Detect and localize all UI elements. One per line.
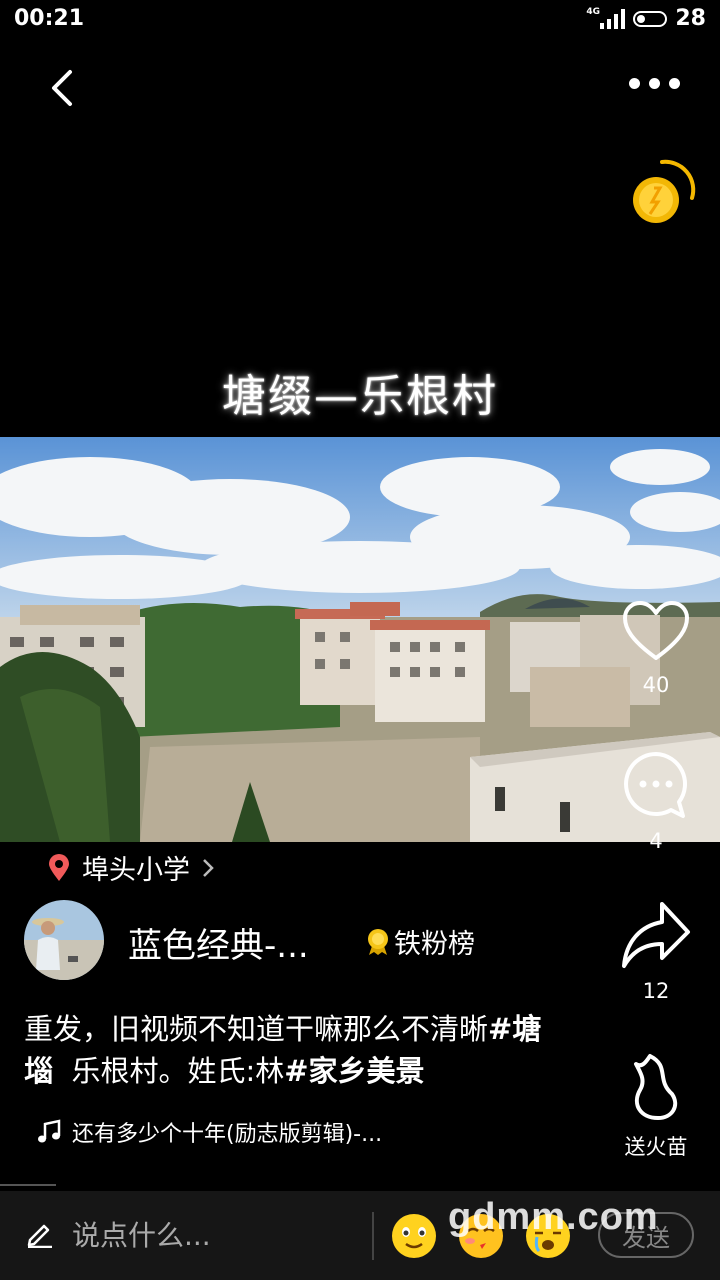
like-count: 40 [642, 673, 670, 697]
signal-icon: 4G [586, 7, 626, 29]
author-name[interactable]: 蓝色经典-... [128, 918, 309, 967]
battery-icon [633, 10, 668, 27]
comment-bar-divider [372, 1212, 374, 1260]
flame-icon [634, 1054, 678, 1120]
caption-text-1: 重发，旧视频不知道干嘛那么不清晰 [24, 1012, 489, 1046]
share-count: 12 [642, 979, 670, 1003]
video-title: 塘缀—乐根村 [222, 371, 498, 422]
share-icon [622, 902, 690, 968]
comment-placeholder: 说点什么... [72, 1219, 211, 1252]
back-arrow-icon [52, 70, 72, 106]
comment-input[interactable]: 说点什么... [26, 1214, 211, 1254]
chevron-right-icon [203, 858, 214, 877]
video-caption: 重发，旧视频不知道干嘛那么不清晰#塘堖 乐根村。姓氏:林#家乡美景 [24, 1008, 594, 1092]
music-info[interactable]: 还有多少个十年(励志版剪辑)-... [36, 1116, 382, 1148]
watermark: gdmm.com [448, 1196, 659, 1238]
more-button[interactable] [629, 78, 680, 89]
author-avatar[interactable] [24, 900, 104, 980]
network-type: 4G [586, 6, 601, 17]
music-title: 还有多少个十年(励志版剪辑)-... [72, 1122, 383, 1147]
coin-icon [633, 159, 696, 223]
comment-icon [624, 752, 687, 818]
location-pin-icon [49, 853, 69, 881]
gift-button[interactable]: 送火苗 [601, 1052, 711, 1161]
gift-label: 送火苗 [624, 1135, 688, 1159]
music-note-icon [38, 1119, 61, 1143]
comment-count: 4 [649, 829, 663, 853]
status-bar-right: 4G 28 [586, 6, 706, 31]
back-button[interactable] [44, 66, 84, 110]
comment-button[interactable]: 4 [601, 750, 711, 853]
fan-rank-badge[interactable]: 铁粉榜 [366, 922, 475, 961]
fan-rank-label: 铁粉榜 [394, 929, 475, 960]
location-tag[interactable]: 埠头小学 [48, 848, 214, 887]
coin-reward-button[interactable] [632, 158, 698, 228]
pencil-icon [27, 1224, 52, 1248]
avatar-image [24, 900, 104, 980]
like-button[interactable]: 40 [601, 600, 711, 697]
heart-icon [623, 601, 689, 660]
hashtag-2[interactable]: #家乡美景 [284, 1054, 424, 1088]
progress-indicator [0, 1184, 56, 1186]
caption-text-2: 乐根村。姓氏:林 [71, 1054, 285, 1088]
share-button[interactable]: 12 [601, 900, 711, 1003]
location-name: 埠头小学 [82, 855, 190, 886]
status-time: 00:21 [14, 6, 85, 31]
medal-icon [368, 928, 388, 955]
more-icon [629, 78, 640, 89]
emoji-smile-icon [392, 1214, 436, 1258]
battery-level: 28 [675, 6, 706, 31]
emoji-smile-button[interactable] [391, 1213, 437, 1259]
